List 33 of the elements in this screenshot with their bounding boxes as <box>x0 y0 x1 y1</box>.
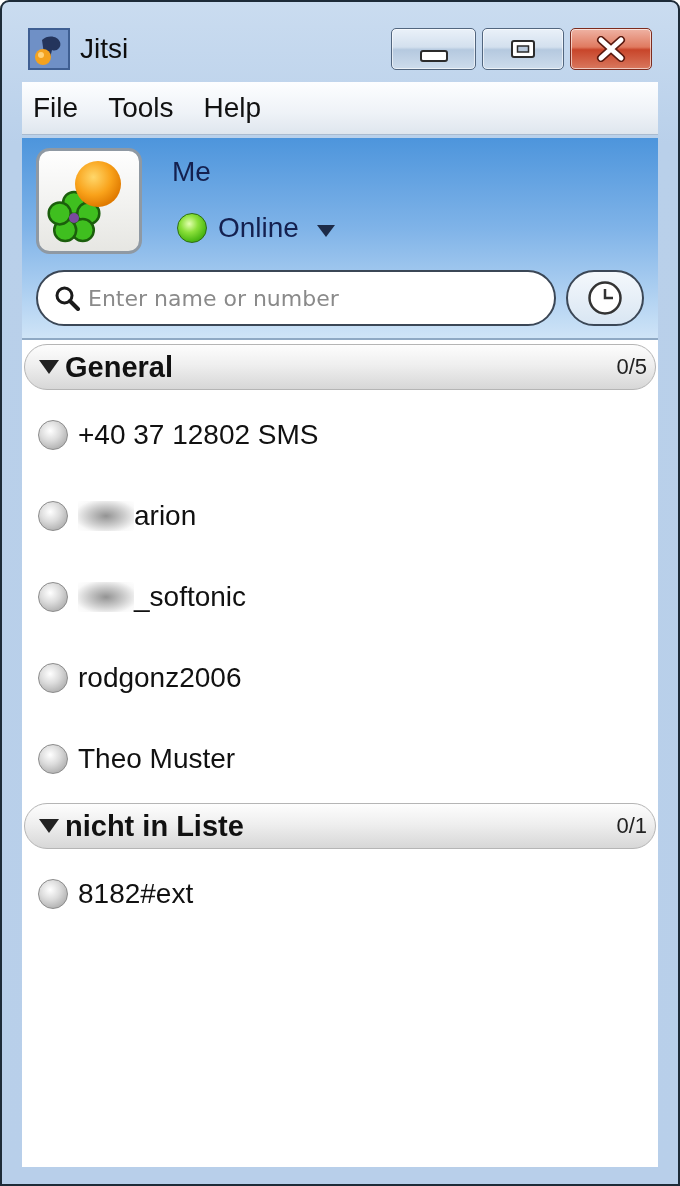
close-icon <box>596 36 626 62</box>
minimize-button[interactable] <box>391 28 476 70</box>
menu-item[interactable]: Help <box>195 88 270 128</box>
clock-icon <box>588 281 622 315</box>
menu-item[interactable]: File <box>25 88 87 128</box>
app-logo-icon <box>28 28 70 70</box>
minimize-icon <box>419 50 448 62</box>
contact-name[interactable]: rodgonz2006 <box>78 661 242 694</box>
contact-name[interactable]: 8182#ext <box>78 877 194 910</box>
contact-name[interactable]: Theo Muster <box>78 742 236 775</box>
group-header[interactable]: General 0/5 <box>24 344 656 390</box>
flower-avatar-icon <box>36 148 142 254</box>
maximize-button[interactable] <box>482 28 564 70</box>
search-field[interactable]: Enter name or number <box>36 270 556 326</box>
group-name: nicht in Liste <box>65 809 244 843</box>
contact-name[interactable]: arion <box>134 499 197 532</box>
maximize-icon <box>511 40 535 58</box>
close-button[interactable] <box>570 28 652 70</box>
history-button[interactable] <box>566 270 644 326</box>
window-title: Jitsi <box>80 32 129 66</box>
group-header[interactable]: nicht in Liste 0/1 <box>24 803 656 849</box>
expand-triangle-icon[interactable] <box>39 819 59 833</box>
status-dropdown[interactable]: Online <box>172 208 335 248</box>
contact-count: 0/1 <box>616 813 647 839</box>
caret-icon <box>316 225 335 237</box>
group-name: General <box>65 350 173 384</box>
menu-item[interactable]: Tools <box>100 88 182 128</box>
search-icon <box>54 285 80 311</box>
account-name: Me <box>172 155 211 189</box>
contact-count: 0/5 <box>616 354 647 380</box>
contact-name[interactable]: +40 37 12802 SMS <box>78 418 319 451</box>
contact-name[interactable]: _softonic <box>134 580 247 613</box>
expand-triangle-icon[interactable] <box>39 360 59 374</box>
